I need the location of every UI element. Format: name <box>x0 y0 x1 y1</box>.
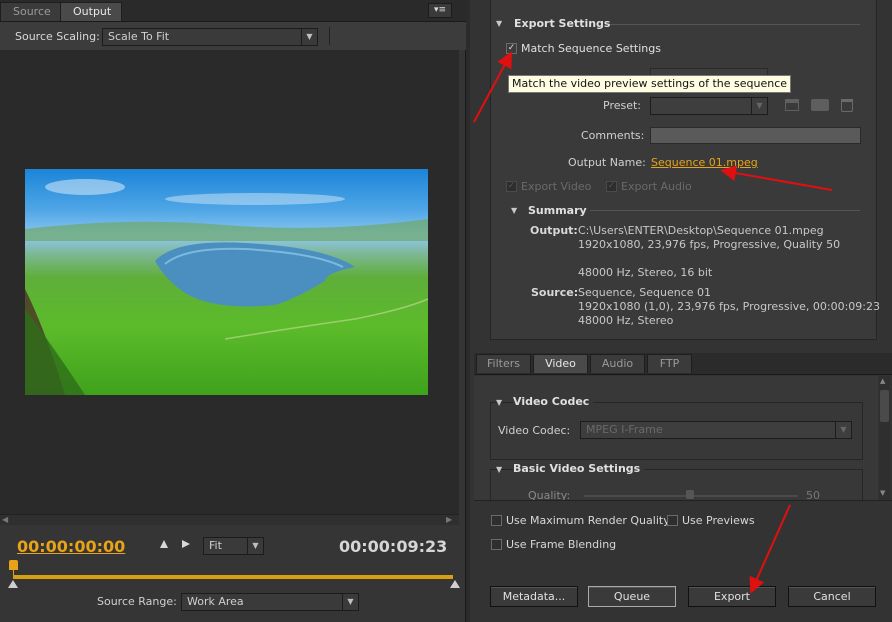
arrow-output-name <box>720 165 833 191</box>
arrow-match-sequence <box>473 51 512 123</box>
arrow-export-button <box>749 504 791 594</box>
annotation-arrows <box>473 51 833 594</box>
